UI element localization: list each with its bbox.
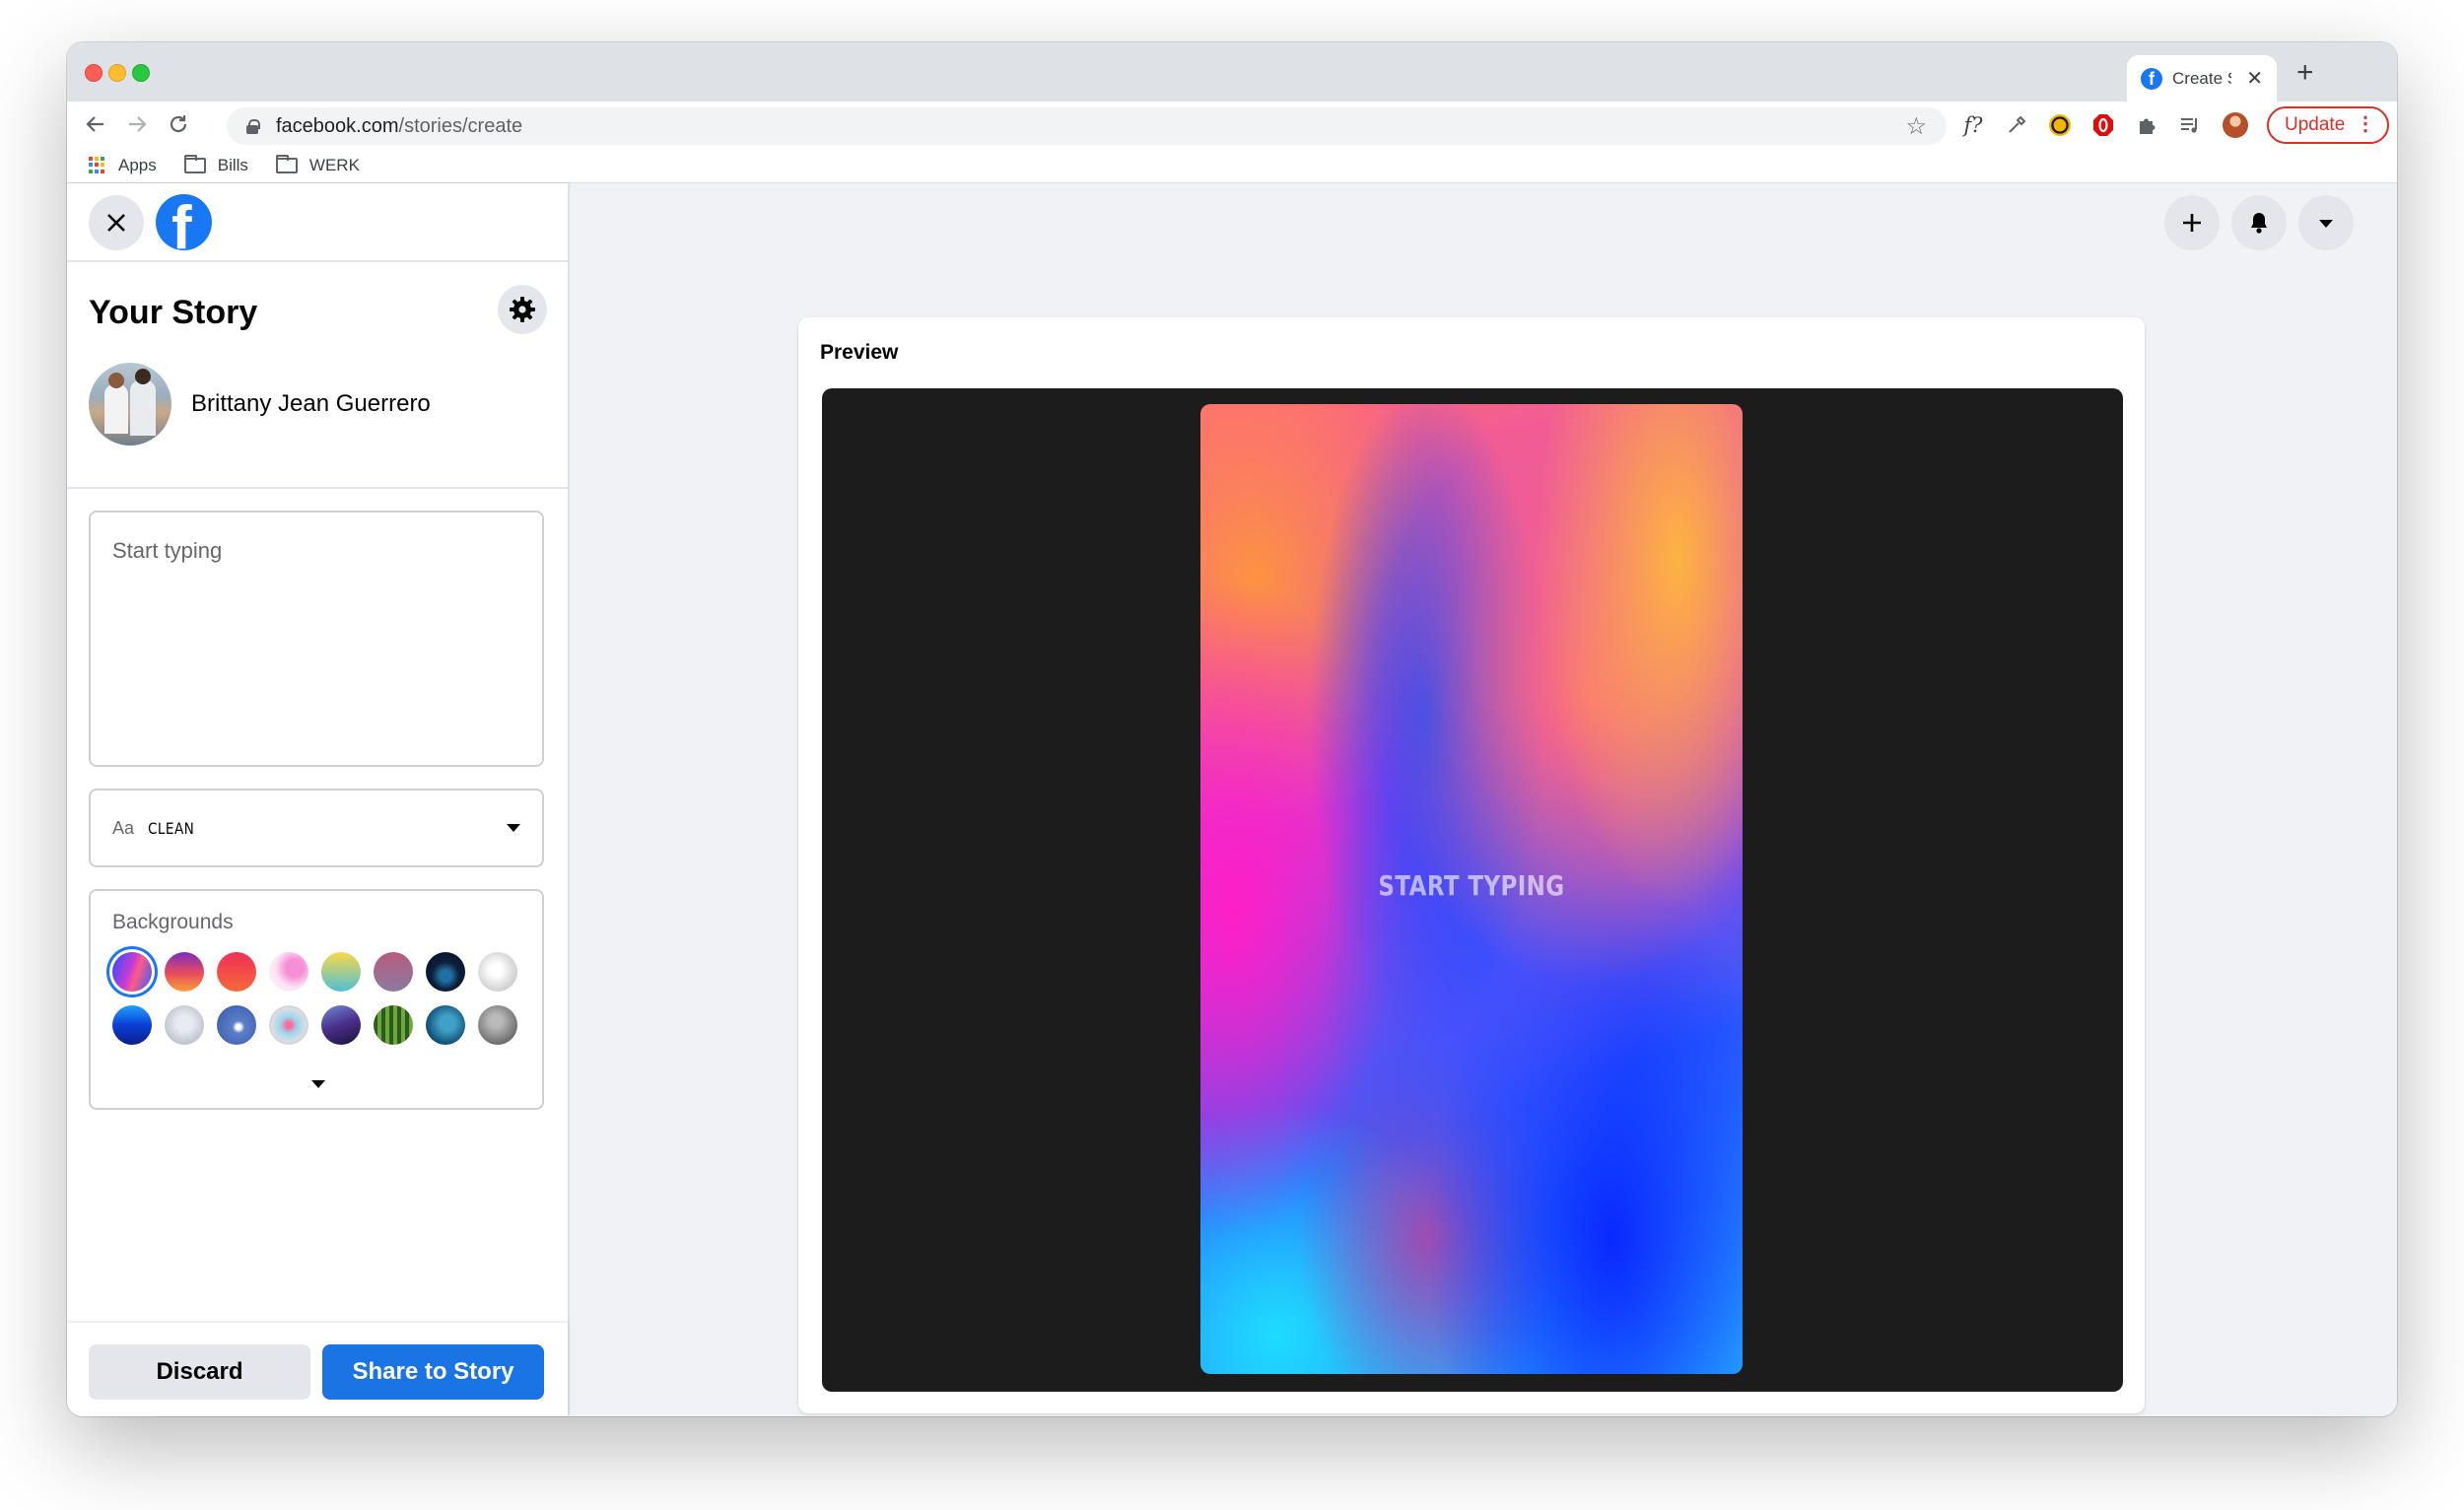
address-bar[interactable]: facebook.com/stories/create ☆ [227,107,1947,145]
font-finder-extension-icon[interactable]: f? [1959,111,1987,139]
font-style-dropdown[interactable]: Aa CLEAN [89,789,544,867]
backgrounds-label: Backgrounds [112,911,234,933]
page-title: Your Story [89,294,258,331]
caret-down-icon [507,824,520,832]
close-icon [107,214,125,232]
caret-down-icon [2319,220,2333,228]
settings-button[interactable] [498,285,547,334]
more-backgrounds-button[interactable] [311,1080,325,1088]
background-swatch[interactable] [478,952,517,992]
sidebar-footer: Discard Share to Story [67,1323,568,1416]
folder-icon [183,154,206,173]
story-text-input[interactable]: Start typing [89,511,544,767]
bookmark-werk[interactable]: WERK [275,154,360,175]
story-preview: START TYPING [1200,404,1743,1374]
discard-button[interactable]: Discard [89,1344,310,1400]
background-swatch[interactable] [426,1005,465,1045]
backgrounds-panel: Backgrounds [89,889,544,1110]
gear-icon [510,297,535,322]
chrome-update-button[interactable]: Update ⋮ [2267,106,2389,144]
bookmark-label: WERK [308,155,360,174]
background-swatch[interactable] [165,1005,204,1045]
tab-strip: f Create Story ✕ + [67,42,2397,102]
tab-title: Create Story [2172,68,2231,88]
font-aa-icon: Aa [112,817,135,838]
preview-title: Preview [820,341,899,364]
window-zoom-button[interactable] [132,64,150,82]
bell-icon [2251,213,2267,234]
background-swatch[interactable] [269,1005,308,1045]
facebook-logo-icon[interactable]: f [156,194,212,250]
browser-toolbar: facebook.com/stories/create ☆ f? Update … [67,102,2397,148]
story-author: Brittany Jean Guerrero [89,363,431,446]
bookmark-label: Bills [217,155,248,174]
page-content: f Your Story Brittany Jean Guerrero Star… [67,183,2397,1416]
lock-icon [246,119,260,134]
reload-icon[interactable] [162,107,195,141]
background-swatch[interactable] [269,952,308,992]
background-swatch[interactable] [321,1005,361,1045]
background-swatch[interactable] [426,952,465,992]
eyedropper-extension-icon[interactable] [2003,111,2030,139]
honey-extension-icon[interactable] [2046,111,2074,139]
browser-tab[interactable]: f Create Story ✕ [2127,55,2277,102]
story-sidebar: f Your Story Brittany Jean Guerrero Star… [67,183,568,1416]
close-button[interactable] [89,195,144,250]
preview-card: Preview START TYPING [798,317,2145,1413]
caret-down-icon [311,1080,325,1088]
apps-grid-icon [89,156,106,174]
text-placeholder: Start typing [112,538,223,563]
background-swatch[interactable] [112,1005,152,1045]
window-close-button[interactable] [85,64,103,82]
create-button[interactable] [2164,195,2220,250]
window-minimize-button[interactable] [108,64,126,82]
font-style-value: CLEAN [148,818,195,838]
update-label: Update [2285,114,2346,135]
bookmark-bills[interactable]: Bills [183,154,248,175]
user-name: Brittany Jean Guerrero [191,390,431,417]
background-swatch[interactable] [217,1005,256,1045]
browser-window: f Create Story ✕ + facebook.com/stories/… [67,42,2397,1416]
background-swatch[interactable] [217,952,256,992]
preview-stage: START TYPING [822,388,2123,1392]
profile-avatar-icon[interactable] [2222,111,2249,139]
extensions-puzzle-icon[interactable] [2133,111,2160,139]
tab-close-icon[interactable]: ✕ [2246,66,2263,91]
share-to-story-button[interactable]: Share to Story [322,1344,544,1400]
bookmark-apps[interactable]: Apps [89,156,157,175]
forward-arrow-icon[interactable] [120,107,154,141]
avatar [89,363,171,446]
plus-icon [2183,214,2201,232]
story-preview-text: START TYPING [1378,869,1565,902]
adblock-extension-icon[interactable] [2089,111,2117,139]
bookmark-label: Apps [118,155,157,174]
url-path: /stories/create [398,114,523,137]
bookmark-star-icon[interactable]: ☆ [1905,112,1927,141]
background-swatch[interactable] [321,952,361,992]
background-swatches [112,952,517,1045]
account-menu-button[interactable] [2298,195,2354,250]
facebook-favicon-icon: f [2141,67,2162,90]
sidebar-header: f [67,183,568,262]
background-swatch[interactable] [478,1005,517,1045]
more-vertical-icon: ⋮ [2356,113,2375,135]
folder-icon [275,154,298,173]
background-swatch[interactable] [374,1005,413,1045]
background-swatch[interactable] [374,952,413,992]
new-tab-icon[interactable]: + [2296,58,2314,88]
background-swatch[interactable] [165,952,204,992]
divider [67,487,568,489]
back-arrow-icon[interactable] [79,107,112,141]
bookmarks-bar: Apps Bills WERK [67,148,2397,183]
background-swatch-gradient-selected[interactable] [112,952,152,992]
media-control-icon[interactable] [2176,111,2204,139]
notifications-button[interactable] [2231,195,2287,250]
url-domain: facebook.com [276,114,399,137]
